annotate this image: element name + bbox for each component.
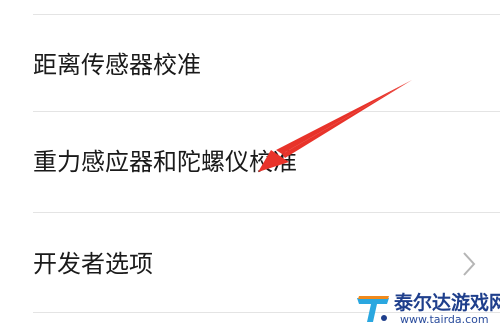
settings-screen: 距离传感器校准 重力感应器和陀螺仪校准 开发者选项 泰尔达游戏网 www.tai… bbox=[0, 0, 500, 332]
settings-item-label: 重力感应器和陀螺仪校准 bbox=[33, 148, 297, 176]
watermark-brand: 泰尔达游戏网 bbox=[394, 292, 500, 314]
site-watermark: 泰尔达游戏网 www.tairda.com bbox=[354, 284, 500, 330]
settings-item-gravity-gyro-calibration[interactable]: 重力感应器和陀螺仪校准 bbox=[0, 112, 500, 208]
brand-logo-icon bbox=[357, 296, 389, 322]
settings-item-label: 距离传感器校准 bbox=[33, 51, 201, 79]
settings-item-label: 开发者选项 bbox=[33, 250, 153, 278]
settings-item-proximity-calibration[interactable]: 距离传感器校准 bbox=[0, 15, 500, 111]
chevron-right-icon bbox=[463, 252, 476, 276]
watermark-url: www.tairda.com bbox=[400, 313, 489, 326]
